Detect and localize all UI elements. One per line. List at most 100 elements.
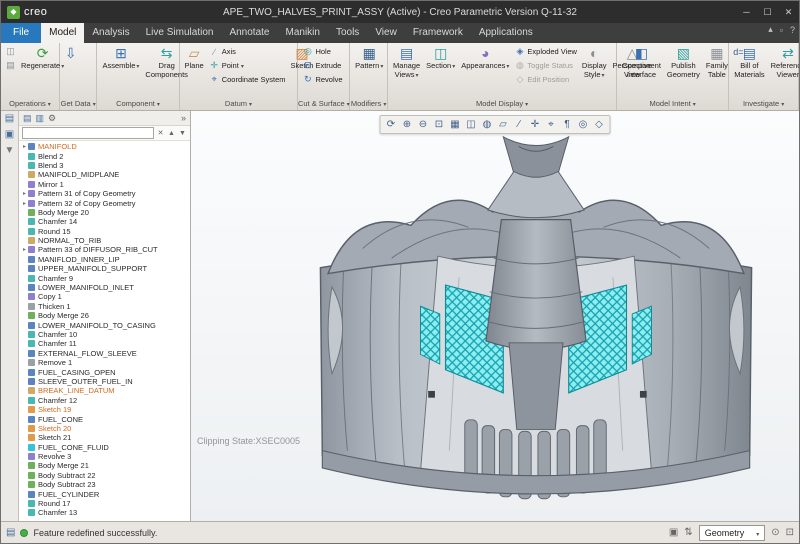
tree-item[interactable]: SLEEVE_OUTER_FUEL_IN — [21, 377, 190, 386]
tree-item[interactable]: Body Merge 21 — [21, 461, 190, 470]
repaint-icon[interactable]: ⟳ — [384, 117, 399, 132]
annotation-toggle-icon[interactable]: ¶ — [560, 117, 575, 132]
expand-icon[interactable]: ▸ — [21, 200, 28, 207]
tab-applications[interactable]: Applications — [471, 23, 541, 43]
group-label-get-data[interactable]: Get Data — [60, 97, 97, 110]
datum-point-toggle-icon[interactable]: ✛ — [528, 117, 543, 132]
appearances-button[interactable]: ◕ Appearances — [459, 45, 511, 71]
expand-icon[interactable]: ▸ — [21, 143, 28, 150]
tree-more-icon[interactable]: » — [181, 114, 186, 123]
tree-item[interactable]: Blend 3 — [21, 161, 190, 170]
folder-browser-icon[interactable]: ▣ — [5, 130, 14, 140]
tree-item[interactable]: FUEL_CYLINDER — [21, 489, 190, 498]
clipboard-icon[interactable]: ▣ — [669, 528, 678, 538]
coordinate-system-button[interactable]: ⌖Coordinate System — [208, 73, 287, 86]
group-label-model-intent[interactable]: Model Intent — [617, 97, 728, 110]
tree-item[interactable]: Body Merge 26 — [21, 311, 190, 320]
tree-item[interactable]: Sketch 20 — [21, 424, 190, 433]
point-button[interactable]: ✛Point — [208, 59, 287, 72]
tree-item[interactable]: Blend 2 — [21, 151, 190, 160]
exploded-view-button[interactable]: ◈Exploded View — [513, 45, 577, 58]
group-label-datum[interactable]: Datum — [180, 97, 298, 110]
tree-item[interactable]: FUEL_CASING_OPEN — [21, 367, 190, 376]
tab-model[interactable]: Model — [41, 23, 84, 43]
plane-button[interactable]: ▱ Plane — [183, 45, 206, 71]
tree-item[interactable]: LOWER_MANIFOLD_INLET — [21, 283, 190, 292]
tree-item[interactable]: Chamfer 12 — [21, 396, 190, 405]
display-style-icon[interactable]: ◍ — [480, 117, 495, 132]
tree-item[interactable]: Body Subtract 23 — [21, 480, 190, 489]
perspective-toggle-icon[interactable]: ◇ — [592, 117, 607, 132]
tree-item[interactable]: Copy 1 — [21, 292, 190, 301]
tree-item[interactable]: Body Subtract 22 — [21, 471, 190, 480]
tree-item[interactable]: Sketch 19 — [21, 405, 190, 414]
bill-of-materials-button[interactable]: ▤ Bill of Materials — [732, 45, 766, 79]
expand-icon[interactable]: ▸ — [21, 190, 28, 197]
tree-item[interactable]: Chamfer 9 — [21, 273, 190, 282]
pattern-button[interactable]: ▦ Pattern — [353, 45, 385, 71]
window-restore-icon[interactable]: ▫ — [780, 25, 783, 35]
tree-item[interactable]: Revolve 3 — [21, 452, 190, 461]
publish-geometry-button[interactable]: ▧ Publish Geometry — [665, 45, 702, 79]
tree-filter-icon[interactable]: ▼ — [5, 146, 15, 156]
search-clear-icon[interactable]: ✕ — [156, 129, 165, 137]
tree-item[interactable]: Sketch 21 — [21, 433, 190, 442]
maximize-button[interactable]: ☐ — [757, 4, 778, 20]
revolve-button[interactable]: ↻Revolve — [301, 73, 343, 86]
tree-list-icon[interactable]: ▤ — [23, 114, 32, 123]
tree-item[interactable]: LOWER_MANIFOLD_TO_CASING — [21, 320, 190, 329]
tree-columns-icon[interactable]: ▥ — [36, 114, 45, 123]
zoom-in-icon[interactable]: ⊕ — [400, 117, 415, 132]
tab-annotate[interactable]: Annotate — [221, 23, 277, 43]
get-data-import-button[interactable]: ⇩ — [63, 45, 79, 62]
tree-search-input[interactable] — [22, 127, 154, 139]
group-label-component[interactable]: Component — [97, 97, 178, 110]
sort-arrows-icon[interactable]: ⇅ — [684, 528, 692, 538]
section-button[interactable]: ◫ Section — [424, 45, 457, 71]
copy-button[interactable]: ◫ — [4, 45, 17, 58]
tree-item[interactable]: Chamfer 11 — [21, 339, 190, 348]
close-button[interactable]: ✕ — [778, 4, 799, 20]
tree-item[interactable]: Chamfer 10 — [21, 330, 190, 339]
tab-manikin[interactable]: Manikin — [277, 23, 327, 43]
group-label-cut-surface[interactable]: Cut & Surface — [298, 97, 349, 110]
reference-viewer-button[interactable]: ⇄ Reference Viewer — [769, 45, 799, 79]
tree-item[interactable]: Chamfer 13 — [21, 508, 190, 517]
paste-button[interactable]: ▤ — [4, 59, 17, 72]
tab-view[interactable]: View — [367, 23, 405, 43]
group-label-investigate[interactable]: Investigate — [729, 97, 798, 110]
spin-center-icon[interactable]: ◎ — [576, 117, 591, 132]
select-box-icon[interactable]: ⊡ — [786, 528, 794, 538]
csys-toggle-icon[interactable]: ⌖ — [544, 117, 559, 132]
tree-item[interactable]: Thicken 1 — [21, 302, 190, 311]
search-next-icon[interactable]: ▼ — [178, 130, 187, 137]
group-label-model-display[interactable]: Model Display — [388, 97, 616, 110]
expand-icon[interactable]: ▸ — [21, 246, 28, 253]
saved-orientations-icon[interactable]: ▦ — [448, 117, 463, 132]
collapse-ribbon-icon[interactable]: ▴ — [768, 24, 773, 35]
tab-live-simulation[interactable]: Live Simulation — [138, 23, 222, 43]
tree-item[interactable]: ▸ Pattern 32 of Copy Geometry — [21, 198, 190, 207]
manage-views-button[interactable]: ▤ Manage Views — [391, 45, 422, 80]
tree-item[interactable]: NORMAL_TO_RIB — [21, 236, 190, 245]
zoom-out-icon[interactable]: ⊖ — [416, 117, 431, 132]
tree-item[interactable]: Body Merge 20 — [21, 208, 190, 217]
minimize-button[interactable]: ─ — [736, 4, 757, 20]
tab-file[interactable]: File — [1, 23, 41, 43]
graphics-area[interactable]: ⟳ ⊕ ⊖ ⊡ ▦ ◫ ◍ ▱ ∕ ✛ — [191, 111, 799, 521]
3d-model[interactable] — [296, 133, 776, 518]
hole-button[interactable]: ◎Hole — [301, 45, 343, 58]
datum-plane-toggle-icon[interactable]: ▱ — [496, 117, 511, 132]
tree-item[interactable]: Round 15 — [21, 227, 190, 236]
refit-icon[interactable]: ⊡ — [432, 117, 447, 132]
tree-item[interactable]: Round 17 — [21, 499, 190, 508]
tree-item[interactable]: ▸ Pattern 33 of DIFFUSOR_RIB_CUT — [21, 245, 190, 254]
family-table-button[interactable]: ▦ Family Table — [704, 45, 730, 79]
tree-item[interactable]: MANIFOLD_MIDPLANE — [21, 170, 190, 179]
tree-item[interactable]: BREAK_LINE_DATUM — [21, 386, 190, 395]
tree-item[interactable]: Mirror 1 — [21, 180, 190, 189]
model-tree-panel-icon[interactable]: ▤ — [5, 114, 14, 124]
tree-item[interactable]: ▸ MANIFOLD — [21, 142, 190, 151]
tree-item[interactable]: ▸ Pattern 31 of Copy Geometry — [21, 189, 190, 198]
tab-framework[interactable]: Framework — [405, 23, 471, 43]
